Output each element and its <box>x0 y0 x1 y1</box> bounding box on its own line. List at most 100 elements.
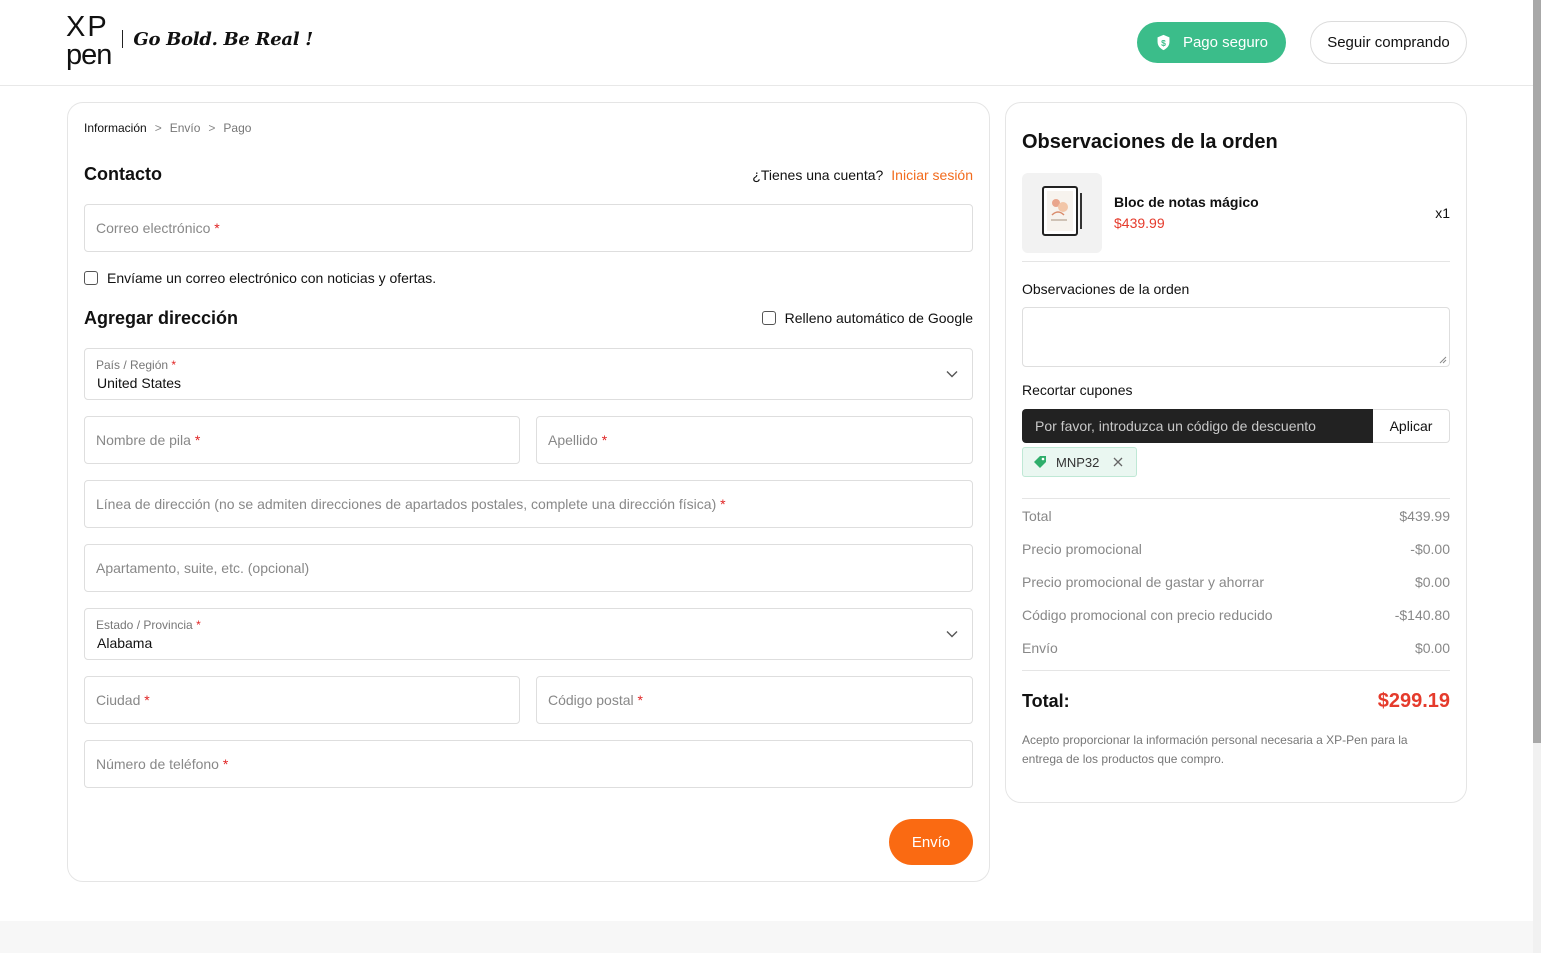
google-autofill-row[interactable]: Relleno automático de Google <box>761 310 973 326</box>
phone-field[interactable]: Número de teléfono * <box>84 740 973 788</box>
address-line-placeholder-text: Línea de dirección (no se admiten direcc… <box>96 496 717 512</box>
resize-handle-icon[interactable] <box>1439 356 1447 364</box>
last-name-placeholder-text: Apellido <box>548 432 598 448</box>
state-select[interactable]: Estado / Provincia * Alabama <box>84 608 973 660</box>
scrollbar-thumb[interactable] <box>1533 0 1541 743</box>
checkout-form-card: Información > Envío > Pago Contacto ¿Tienes … <box>67 102 990 882</box>
apartment-placeholder: Apartamento, suite, etc. (opcional) <box>96 560 310 576</box>
logo-tagline: Go Bold. Be Real ! <box>133 28 313 50</box>
postal-code-placeholder-text: Código postal <box>548 692 634 708</box>
country-select[interactable]: País / Región * United States <box>84 348 973 400</box>
tag-icon <box>1034 456 1046 468</box>
continue-shopping-button[interactable]: Seguir comprando <box>1310 21 1467 64</box>
google-autofill-label: Relleno automático de Google <box>784 310 973 326</box>
summary-row: Precio promocional -$0.00 <box>1022 541 1450 557</box>
first-name-placeholder: Nombre de pila * <box>96 432 200 448</box>
state-value: Alabama <box>97 635 153 651</box>
phone-placeholder: Número de teléfono * <box>96 756 228 772</box>
newsletter-row[interactable]: Envíame un correo electrónico con notici… <box>84 270 436 286</box>
logo-top: XP <box>66 11 109 44</box>
summary-value: $439.99 <box>1399 508 1450 524</box>
logo-bottom: pen <box>66 39 112 71</box>
country-label: País / Región * <box>96 358 176 372</box>
address-line-placeholder: Línea de dirección (no se admiten direcc… <box>96 496 726 512</box>
notepad-image <box>1042 186 1082 236</box>
city-placeholder-text: Ciudad <box>96 692 141 708</box>
summary-value: -$140.80 <box>1394 607 1450 623</box>
continue-to-shipping-button[interactable]: Envío <box>889 819 973 865</box>
order-notes-label: Observaciones de la orden <box>1022 281 1190 297</box>
applied-coupon-code: MNP32 <box>1056 454 1100 470</box>
apply-coupon-button[interactable]: Aplicar <box>1373 409 1450 443</box>
grand-total-row: Total: $299.19 <box>1022 690 1450 713</box>
order-notes-textarea[interactable] <box>1022 307 1450 367</box>
summary-label: Precio promocional de gastar y ahorrar <box>1022 574 1265 590</box>
required-mark: * <box>601 432 608 448</box>
email-placeholder-text: Correo electrónico <box>96 220 211 236</box>
logo-divider <box>122 30 124 48</box>
phone-placeholder-text: Número de teléfono <box>96 756 219 772</box>
google-autofill-checkbox[interactable] <box>761 311 776 325</box>
country-value: United States <box>97 375 182 391</box>
postal-code-field[interactable]: Código postal * <box>536 676 973 724</box>
product-name: Bloc de notas mágico <box>1114 194 1259 210</box>
required-mark: * <box>144 692 150 708</box>
grand-total-value: $299.19 <box>1377 690 1450 712</box>
email-placeholder: Correo electrónico * <box>96 220 220 236</box>
divider <box>1022 261 1450 262</box>
last-name-field[interactable]: Apellido * <box>536 416 973 464</box>
breadcrumb-separator: > <box>154 121 162 135</box>
order-summary-card: Observaciones de la orden Bloc de notas … <box>1005 102 1467 803</box>
city-field[interactable]: Ciudad * <box>84 676 520 724</box>
page-scrollbar[interactable] <box>1533 0 1541 953</box>
required-mark: * <box>196 618 201 632</box>
login-link[interactable]: Iniciar sesión <box>891 167 973 183</box>
email-field[interactable]: Correo electrónico * <box>84 204 973 252</box>
contact-title: Contacto <box>84 164 162 184</box>
breadcrumb-info[interactable]: Información <box>84 121 147 135</box>
product-quantity: x1 <box>1435 205 1450 221</box>
summary-row: Precio promocional de gastar y ahorrar $… <box>1022 574 1450 590</box>
summary-row: Envío $0.00 <box>1022 640 1450 656</box>
address-line-field[interactable]: Línea de dirección (no se admiten direcc… <box>84 480 973 528</box>
postal-code-placeholder: Código postal * <box>548 692 643 708</box>
consent-text: Acepto proporcionar la información perso… <box>1022 733 1408 766</box>
chevron-down-icon <box>946 631 958 638</box>
country-label-text: País / Región <box>96 358 169 372</box>
required-mark: * <box>720 496 726 512</box>
secure-payment-button[interactable]: $ Pago seguro <box>1137 22 1286 63</box>
breadcrumb-shipping[interactable]: Envío <box>170 121 201 135</box>
summary-label: Código promocional con precio reducido <box>1022 607 1273 623</box>
summary-label: Total <box>1022 508 1052 524</box>
account-prompt: ¿Tienes una cuenta? Iniciar sesión <box>752 167 973 183</box>
first-name-field[interactable]: Nombre de pila * <box>84 416 520 464</box>
divider <box>1022 498 1450 499</box>
newsletter-label: Envíame un correo electrónico con notici… <box>107 270 437 286</box>
newsletter-checkbox[interactable] <box>84 271 98 285</box>
summary-value: $0.00 <box>1414 574 1450 590</box>
address-title: Agregar dirección <box>84 308 239 328</box>
required-mark: * <box>171 358 177 372</box>
coupon-input[interactable]: Por favor, introduzca un código de descu… <box>1022 409 1374 443</box>
required-mark: * <box>637 692 643 708</box>
breadcrumb-separator: > <box>208 121 216 135</box>
required-mark: * <box>194 432 201 448</box>
xppen-logo[interactable]: XP pen Go Bold. Be Real ! <box>66 11 313 71</box>
breadcrumb-payment[interactable]: Pago <box>223 121 251 135</box>
footer-band <box>0 921 1533 953</box>
breadcrumb: Información > Envío > Pago <box>84 121 251 135</box>
coupon-label: Recortar cupones <box>1022 382 1133 398</box>
required-mark: * <box>222 756 229 772</box>
close-icon[interactable] <box>1113 457 1123 467</box>
state-label: Estado / Provincia * <box>96 618 201 632</box>
site-header: XP pen Go Bold. Be Real ! $ Pago seguro … <box>0 0 1533 86</box>
have-account-text: ¿Tienes una cuenta? <box>752 167 884 183</box>
order-summary-title: Observaciones de la orden <box>1022 131 1278 153</box>
apartment-field[interactable]: Apartamento, suite, etc. (opcional) <box>84 544 973 592</box>
state-label-text: Estado / Provincia <box>96 618 193 632</box>
last-name-placeholder: Apellido * <box>548 432 607 448</box>
product-thumbnail <box>1022 173 1102 253</box>
product-price: $439.99 <box>1114 215 1165 231</box>
coupon-placeholder: Por favor, introduzca un código de descu… <box>1035 418 1316 434</box>
city-placeholder: Ciudad * <box>96 692 150 708</box>
